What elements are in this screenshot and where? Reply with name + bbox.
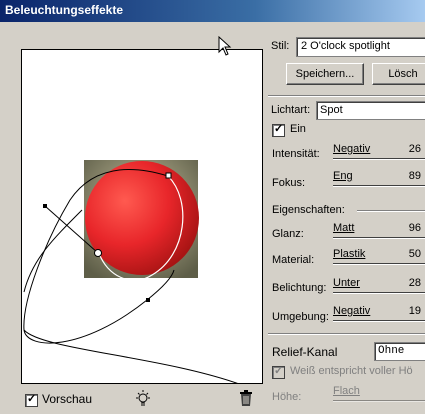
intensity-value: 26 <box>408 143 421 155</box>
exposure-slider-label: Unter <box>333 277 360 289</box>
exposure-value: 28 <box>408 277 421 289</box>
light-on-label: Ein <box>290 123 306 135</box>
light-type-select[interactable]: Spot <box>316 101 425 120</box>
light-on-checkbox[interactable] <box>272 122 285 137</box>
height-slider-label: Flach <box>333 385 360 397</box>
ambience-slider-label: Negativ <box>333 305 371 317</box>
intensity-label: Intensität: <box>272 148 320 160</box>
properties-header: Eigenschaften: <box>272 204 345 216</box>
spotlight-curve-lower[interactable] <box>23 329 242 383</box>
ambience-value: 19 <box>408 305 421 317</box>
focus-label: Fokus: <box>272 177 306 189</box>
separator <box>268 95 425 97</box>
white-high-checkbox[interactable] <box>272 364 285 379</box>
spotlight-curve-upper[interactable] <box>23 209 83 293</box>
material-slider-label: Plastik <box>333 248 366 260</box>
spotlight-handle-left[interactable] <box>43 204 47 208</box>
ambience-label: Umgebung: <box>272 311 329 323</box>
relief-channel-value: Ohne <box>378 345 405 357</box>
material-slider[interactable] <box>333 263 425 265</box>
preview-canvas[interactable] <box>21 49 263 384</box>
preview-label: Vorschau <box>42 392 93 406</box>
material-value: 50 <box>408 248 421 260</box>
material-label: Material: <box>272 254 315 266</box>
trash-icon[interactable] <box>238 389 254 407</box>
delete-button[interactable]: Lösch <box>372 63 425 85</box>
focus-slider[interactable] <box>333 185 425 187</box>
gloss-slider[interactable] <box>333 237 425 239</box>
gloss-slider-label: Matt <box>333 222 355 234</box>
white-high-label: Weiß entspricht voller Hö <box>290 365 413 377</box>
title-bar: Beleuchtungseffekte <box>0 0 425 22</box>
light-bulb-icon[interactable] <box>133 389 153 409</box>
light-type-label: Lichtart: <box>271 104 311 116</box>
style-select[interactable]: 2 O'clock spotlight <box>296 37 425 57</box>
gloss-label: Glanz: <box>272 228 304 240</box>
style-label: Stil: <box>271 40 290 52</box>
focus-value: 89 <box>408 170 421 182</box>
window-title: Beleuchtungseffekte <box>5 3 124 17</box>
style-select-value: 2 O'clock spotlight <box>301 40 390 52</box>
spotlight-handle-top[interactable] <box>165 172 172 179</box>
light-center-handle[interactable] <box>94 249 102 257</box>
height-label: Höhe: <box>272 391 302 403</box>
focus-slider-label: Eng <box>333 170 353 182</box>
relief-channel-label: Relief-Kanal <box>272 345 338 359</box>
preview-checkbox[interactable] <box>25 392 38 407</box>
spotlight-handle-right[interactable] <box>146 298 150 302</box>
exposure-slider[interactable] <box>333 292 425 294</box>
save-button[interactable]: Speichern... <box>286 63 364 85</box>
mouse-cursor-icon <box>218 36 232 56</box>
exposure-label: Belichtung: <box>272 282 327 294</box>
separator <box>268 333 425 335</box>
light-type-value: Spot <box>320 104 343 116</box>
intensity-slider[interactable] <box>333 158 425 160</box>
red-sphere <box>85 161 199 275</box>
separator <box>357 210 425 212</box>
height-slider[interactable] <box>333 400 425 402</box>
gloss-value: 96 <box>408 222 421 234</box>
ambience-slider[interactable] <box>333 320 425 322</box>
intensity-slider-label: Negativ <box>333 143 371 155</box>
relief-channel-select[interactable]: Ohne <box>374 342 425 361</box>
